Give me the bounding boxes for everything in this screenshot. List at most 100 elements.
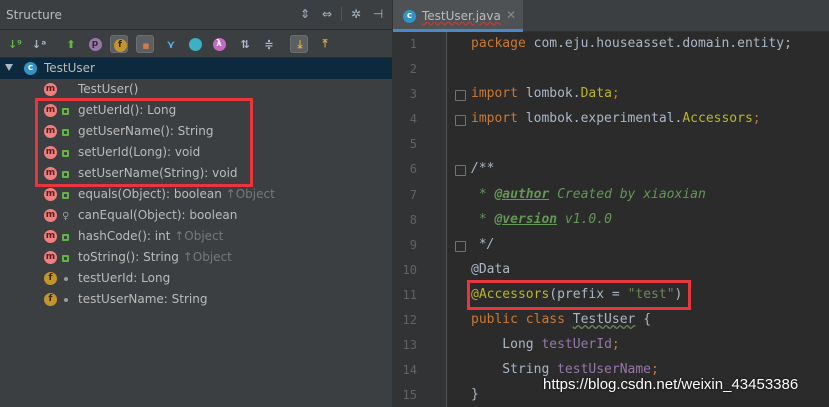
method-icon: m xyxy=(44,83,57,96)
code-token: String xyxy=(471,362,558,378)
tree-item-label: toString(): String xyxy=(78,250,179,264)
tab-title: TestUser.java xyxy=(422,9,501,23)
code-token: Long xyxy=(471,337,542,353)
show-non-public-icon[interactable]: ▪ xyxy=(136,35,154,53)
tab-testuser-java[interactable]: c TestUser.java ✕ xyxy=(393,0,523,32)
public-lock-icon xyxy=(62,255,69,262)
inherited-from-label: ↑Object xyxy=(182,250,232,264)
fold-icon[interactable] xyxy=(455,115,466,127)
code-token: Created by xiaoxian xyxy=(549,186,706,202)
public-lock-icon xyxy=(62,192,69,199)
code-token: * xyxy=(471,186,495,202)
line-number: 6 xyxy=(409,162,417,177)
editor-tabbar: c TestUser.java ✕ xyxy=(393,0,829,32)
expand-arrow-icon[interactable] xyxy=(5,64,13,71)
tree-item-label: TestUser xyxy=(44,61,95,75)
private-dot-icon xyxy=(64,277,68,281)
tree-item-method[interactable]: m setUerId(Long): void xyxy=(0,142,392,163)
code-line: 11 @Accessors(prefix = "test") xyxy=(393,283,829,308)
fold-icon[interactable] xyxy=(455,165,466,177)
code-token: public class xyxy=(471,312,565,328)
code-token: /** xyxy=(471,161,495,177)
field-icon: f xyxy=(44,272,57,285)
tree-item-method[interactable]: m equals(Object): boolean ↑Object xyxy=(0,184,392,205)
tree-item-method[interactable]: m getUerId(): Long xyxy=(0,100,392,121)
tree-item-label: canEqual(Object): boolean xyxy=(78,208,238,222)
code-token: Accessors xyxy=(682,111,753,127)
autoscroll-from-source-icon[interactable]: ⤒ xyxy=(316,35,334,53)
close-icon[interactable]: ✕ xyxy=(506,8,516,22)
code-token: testUerId xyxy=(541,337,612,353)
method-icon: m xyxy=(44,104,57,117)
code-token: } xyxy=(471,387,479,403)
code-token: @version xyxy=(494,211,558,227)
tree-item-method[interactable]: m setUserName(String): void xyxy=(0,163,392,184)
code-area[interactable]: 1 package com.eju.houseasset.domain.entit… xyxy=(393,32,829,407)
fold-icon[interactable] xyxy=(455,240,466,252)
code-token: (prefix = xyxy=(549,286,628,302)
code-token: package xyxy=(471,36,526,51)
collapse-all-icon[interactable]: ⇔ xyxy=(319,6,335,22)
tree-item-method[interactable]: m toString(): String ↑Object xyxy=(0,247,392,268)
method-icon: m xyxy=(44,251,57,264)
tree-item-label: equals(Object): boolean xyxy=(78,187,222,201)
tree-item-class[interactable]: c TestUser xyxy=(0,58,392,79)
anonymous-classes-icon[interactable] xyxy=(186,35,204,53)
inherited-from-label: ↑Object xyxy=(174,229,224,243)
code-token: "test" xyxy=(627,286,675,302)
line-number: 7 xyxy=(409,187,417,202)
tree-item-method[interactable]: m getUserName(): String xyxy=(0,121,392,142)
fold-icon[interactable] xyxy=(455,90,466,102)
collapse-icon[interactable]: ≑ xyxy=(260,35,278,53)
gear-icon[interactable]: ✲ xyxy=(348,6,364,22)
code-line: 5 xyxy=(393,132,829,157)
structure-titlebar: Structure ⇕ ⇔ ✲ ⊣ xyxy=(0,0,392,30)
public-lock-icon xyxy=(62,108,69,115)
code-token: */ xyxy=(471,236,495,252)
line-number: 13 xyxy=(402,338,417,353)
code-token: @Accessors xyxy=(471,286,550,302)
method-icon: m xyxy=(44,146,57,159)
autoscroll-to-source-icon[interactable]: ⤓ xyxy=(290,35,308,53)
sort-alphabetically-icon[interactable]: ↓ᵃ xyxy=(30,35,48,53)
code-line: 3 import lombok.Data; xyxy=(393,82,829,107)
show-fields-icon[interactable]: f xyxy=(110,35,128,53)
code-token: ) xyxy=(674,286,683,302)
class-icon: c xyxy=(24,62,37,75)
code-token: { xyxy=(635,312,652,328)
lambda-icon[interactable]: λ xyxy=(210,35,228,53)
line-number: 9 xyxy=(409,237,417,252)
code-token: ; xyxy=(611,337,620,353)
expand-icon[interactable]: ⇅ xyxy=(236,35,254,53)
tree-item-method[interactable]: m TestUser() xyxy=(0,79,392,100)
line-number: 8 xyxy=(409,212,417,227)
sort-by-visibility-icon[interactable]: ↓⁹ xyxy=(6,35,24,53)
tree-item-label: getUerId(): Long xyxy=(78,103,177,117)
public-lock-icon xyxy=(62,150,69,157)
show-inherited-icon[interactable]: ⬆ xyxy=(62,35,80,53)
protected-key-icon: ♀ xyxy=(62,211,70,222)
tree-item-method[interactable]: m ♀ canEqual(Object): boolean xyxy=(0,205,392,226)
structure-title: Structure xyxy=(6,8,62,22)
code-line: 10 @Data xyxy=(393,258,829,283)
line-number: 1 xyxy=(409,37,417,51)
tree-item-label: getUserName(): String xyxy=(78,124,214,138)
expand-all-icon[interactable]: ⇕ xyxy=(297,6,313,22)
tree-item-field[interactable]: f testUserName: String xyxy=(0,289,392,310)
show-lambdas-icon[interactable]: ⋎ xyxy=(162,35,180,53)
tree-item-label: hashCode(): int xyxy=(78,229,171,243)
code-line: 1 package com.eju.houseasset.domain.entit… xyxy=(393,32,829,57)
show-properties-icon[interactable]: p xyxy=(86,35,104,53)
tree-item-method[interactable]: m hashCode(): int ↑Object xyxy=(0,226,392,247)
code-token: v1.0.0 xyxy=(557,211,612,227)
inherited-from-label: ↑Object xyxy=(225,187,275,201)
field-icon: f xyxy=(44,293,57,306)
hide-panel-icon[interactable]: ⊣ xyxy=(370,6,386,22)
line-number: 4 xyxy=(409,112,417,127)
tree-item-field[interactable]: f testUerId: Long xyxy=(0,268,392,289)
public-lock-icon xyxy=(62,234,69,241)
code-line: 6 /** xyxy=(393,157,829,182)
code-token: testUserName xyxy=(557,362,652,378)
code-token: com.eju.houseasset.domain.entity; xyxy=(525,36,792,51)
